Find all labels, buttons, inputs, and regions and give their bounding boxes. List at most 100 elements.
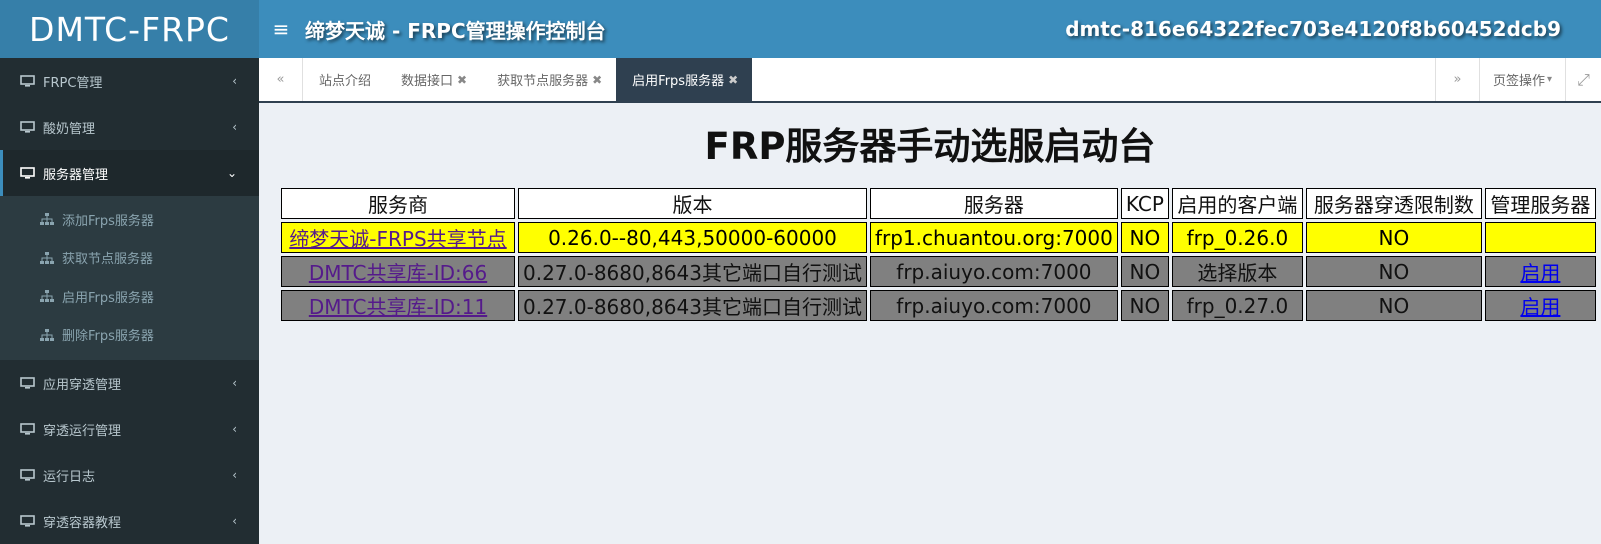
client-cell[interactable]: 选择版本 — [1171, 256, 1303, 287]
table-header-row: 服务商 版本 服务器 KCP 启用的客户端 服务器穿透限制数 管理服务器 — [281, 188, 1596, 219]
client-cell: frp_0.26.0 — [1171, 222, 1303, 253]
sidebar-item-label: 应用穿透管理 — [43, 377, 122, 393]
monitor-icon — [20, 167, 35, 179]
enable-button[interactable]: 启用 — [1520, 295, 1560, 319]
sidebar-item-label: 酸奶管理 — [43, 121, 96, 137]
header-user-id: dmtc-816e64322fec703e4120f8b60452dcb9 — [1065, 17, 1561, 41]
sidebar-item-frpc[interactable]: FRPC管理 ‹ — [0, 58, 259, 104]
chevron-left-icon: ‹ — [232, 74, 237, 88]
top-header: ≡ 缔梦天诚 - FRPC管理操作控制台 dmtc-816e64322fec70… — [259, 0, 1601, 58]
chevron-left-icon: ‹ — [232, 120, 237, 134]
server-table: 服务商 版本 服务器 KCP 启用的客户端 服务器穿透限制数 管理服务器 缔梦天… — [278, 185, 1599, 324]
sitemap-icon — [40, 328, 54, 341]
sidebar-item-label: 运行日志 — [43, 469, 96, 485]
page-ops-label: 页签操作 — [1492, 74, 1545, 89]
sidebar-item-label: 服务器管理 — [43, 167, 109, 183]
double-chevron-right-icon: » — [1453, 72, 1462, 87]
sitemap-icon — [40, 213, 54, 226]
version-cell: 0.27.0-8680,8643其它端口自行测试 — [518, 290, 867, 321]
submenu-item-label: 启用Frps服务器 — [62, 290, 154, 306]
column-header: 服务器 — [869, 188, 1118, 219]
enable-button[interactable]: 启用 — [1520, 261, 1560, 285]
tab-list: 站点介绍 数据接口 ✖ 获取节点服务器 ✖ 启用Frps服务器 ✖ — [303, 58, 1435, 101]
sidebar-item-tunnel-run[interactable]: 穿透运行管理 ‹ — [0, 406, 259, 452]
tab-label: 获取节点服务器 — [497, 74, 589, 89]
page-ops-dropdown[interactable]: 页签操作 ▾ — [1479, 58, 1565, 101]
limit-cell: NO — [1305, 256, 1482, 287]
monitor-icon — [20, 515, 35, 527]
manage-cell — [1484, 222, 1596, 253]
sitemap-icon — [40, 251, 54, 264]
kcp-cell: NO — [1120, 256, 1169, 287]
monitor-icon — [20, 423, 35, 435]
server-submenu: 添加Frps服务器 获取节点服务器 启用Frps服务器 删除Frps服务器 — [0, 196, 259, 360]
kcp-cell: NO — [1120, 222, 1169, 253]
chevron-down-icon: ⌄ — [226, 166, 237, 180]
fullscreen-button[interactable]: ⤢ — [1565, 58, 1601, 101]
table-row: DMTC共享库-ID:11 0.27.0-8680,8643其它端口自行测试 f… — [281, 290, 1596, 321]
provider-link[interactable]: DMTC共享库-ID:66 — [309, 261, 487, 285]
sidebar-item-server-management[interactable]: 服务器管理 ⌄ — [0, 150, 259, 196]
client-cell: frp_0.27.0 — [1171, 290, 1303, 321]
chevron-left-icon: ‹ — [232, 422, 237, 436]
tab-label: 启用Frps服务器 — [632, 74, 725, 89]
tab-scroll-left-button[interactable]: « — [259, 58, 303, 101]
column-header: 管理服务器 — [1484, 188, 1596, 219]
chevron-left-icon: ‹ — [232, 376, 237, 390]
sidebar-item-app-tunnel[interactable]: 应用穿透管理 ‹ — [0, 360, 259, 406]
version-cell: 0.27.0-8680,8643其它端口自行测试 — [518, 256, 867, 287]
submenu-item-label: 添加Frps服务器 — [62, 213, 154, 229]
tab-enable-frps[interactable]: 启用Frps服务器 ✖ — [616, 58, 753, 101]
close-icon[interactable]: ✖ — [592, 73, 602, 87]
column-header: 服务商 — [281, 188, 515, 219]
monitor-icon — [20, 469, 35, 481]
monitor-icon — [20, 75, 35, 87]
column-header: KCP — [1120, 188, 1169, 219]
column-header: 服务器穿透限制数 — [1305, 188, 1482, 219]
version-cell: 0.26.0--80,443,50000-60000 — [518, 222, 867, 253]
sidebar-item-run-log[interactable]: 运行日志 ‹ — [0, 452, 259, 498]
table-row: DMTC共享库-ID:66 0.27.0-8680,8643其它端口自行测试 f… — [281, 256, 1596, 287]
tab-site-intro[interactable]: 站点介绍 — [303, 58, 385, 101]
page-title: FRP服务器手动选服启动台 — [704, 125, 1156, 168]
manage-cell: 启用 — [1484, 290, 1596, 321]
tab-get-nodes[interactable]: 获取节点服务器 ✖ — [481, 58, 616, 101]
close-icon[interactable]: ✖ — [457, 73, 467, 87]
table-row: 缔梦天诚-FRPS共享节点 0.26.0--80,443,50000-60000… — [281, 222, 1596, 253]
monitor-icon — [20, 121, 35, 133]
sitemap-icon — [40, 290, 54, 303]
close-icon[interactable]: ✖ — [728, 73, 738, 87]
limit-cell: NO — [1305, 222, 1482, 253]
provider-link[interactable]: DMTC共享库-ID:11 — [309, 295, 487, 319]
tab-bar-actions: » 页签操作 ▾ ⤢ — [1435, 58, 1601, 101]
tab-label: 数据接口 — [401, 74, 454, 89]
sidebar-item-container-tutorial[interactable]: 穿透容器教程 ‹ — [0, 498, 259, 544]
kcp-cell: NO — [1120, 290, 1169, 321]
submenu-item-get-nodes[interactable]: 获取节点服务器 — [0, 239, 259, 278]
tab-data-api[interactable]: 数据接口 ✖ — [385, 58, 481, 101]
provider-cell: DMTC共享库-ID:11 — [281, 290, 515, 321]
chevron-left-icon: ‹ — [232, 514, 237, 528]
column-header: 版本 — [518, 188, 867, 219]
sidebar: DMTC-FRPC FRPC管理 ‹ 酸奶管理 ‹ 服务器管理 ⌄ 添加Frps… — [0, 0, 259, 544]
sidebar-item-label: 穿透容器教程 — [43, 515, 122, 531]
monitor-icon — [20, 377, 35, 389]
column-header: 启用的客户端 — [1171, 188, 1303, 219]
double-chevron-left-icon: « — [276, 72, 285, 87]
tab-bar: « 站点介绍 数据接口 ✖ 获取节点服务器 ✖ 启用Frps服务器 ✖ » 页签… — [259, 58, 1601, 103]
sidebar-item-label: FRPC管理 — [43, 75, 103, 91]
submenu-item-delete-frps[interactable]: 删除Frps服务器 — [0, 316, 259, 355]
tab-label: 站点介绍 — [319, 74, 372, 89]
hamburger-menu-icon[interactable]: ≡ — [261, 17, 301, 41]
tab-scroll-right-button[interactable]: » — [1435, 58, 1479, 101]
server-cell: frp1.chuantou.org:7000 — [869, 222, 1118, 253]
sidebar-item-label: 穿透运行管理 — [43, 423, 122, 439]
provider-cell: 缔梦天诚-FRPS共享节点 — [281, 222, 515, 253]
main-content: FRP服务器手动选服启动台 服务商 版本 服务器 KCP 启用的客户端 服务器穿… — [259, 103, 1601, 544]
sidebar-item-yogurt[interactable]: 酸奶管理 ‹ — [0, 104, 259, 150]
provider-link[interactable]: 缔梦天诚-FRPS共享节点 — [289, 227, 506, 251]
fullscreen-icon: ⤢ — [1577, 69, 1590, 89]
submenu-item-enable-frps[interactable]: 启用Frps服务器 — [0, 277, 259, 316]
submenu-item-add-frps[interactable]: 添加Frps服务器 — [0, 200, 259, 239]
app-logo[interactable]: DMTC-FRPC — [0, 0, 259, 58]
